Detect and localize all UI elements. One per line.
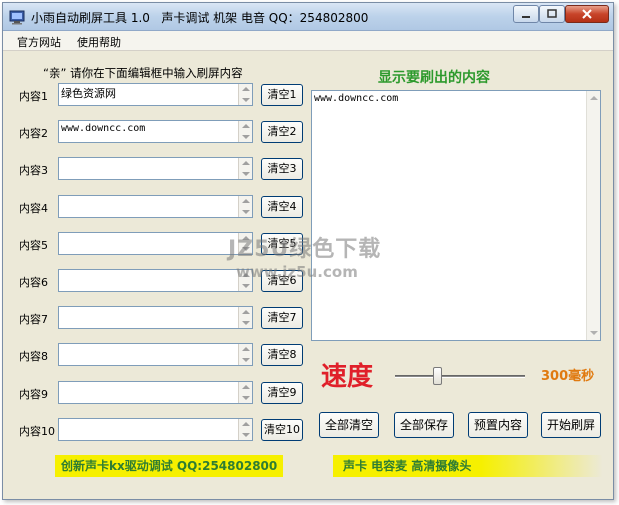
content-input[interactable]	[58, 343, 253, 366]
scroll-up-icon[interactable]	[242, 310, 250, 314]
speed-slider-thumb[interactable]	[433, 367, 442, 385]
display-title: 显示要刷出的内容	[378, 70, 490, 86]
scroll-up-icon[interactable]	[242, 422, 250, 426]
promo-banner-left[interactable]: 创新声卡kx驱动调试 QQ:254802800	[55, 455, 283, 477]
input-scrollbar[interactable]	[238, 344, 252, 365]
input-scrollbar[interactable]	[238, 419, 252, 440]
content-label: 内容3	[19, 164, 48, 177]
clear-button[interactable]: 清空3	[261, 158, 303, 180]
scroll-down-icon[interactable]	[242, 247, 250, 251]
close-button[interactable]	[565, 5, 609, 23]
minimize-button[interactable]	[513, 5, 539, 23]
preset-content-button[interactable]: 预置内容	[468, 412, 528, 438]
clear-button[interactable]: 清空2	[261, 121, 303, 143]
clear-button[interactable]: 清空6	[261, 270, 303, 292]
clear-button[interactable]: 清空10	[261, 419, 303, 441]
input-scrollbar[interactable]	[238, 196, 252, 217]
content-input[interactable]	[58, 195, 253, 218]
clear-button[interactable]: 清空9	[261, 382, 303, 404]
content-input[interactable]	[58, 381, 253, 404]
menu-help[interactable]: 使用帮助	[77, 34, 121, 50]
content-input[interactable]	[58, 232, 253, 255]
clear-button[interactable]: 清空1	[261, 84, 303, 106]
content-label: 内容7	[19, 313, 48, 326]
scroll-up-icon[interactable]	[242, 273, 250, 277]
app-window: 小雨自动刷屏工具 1.0 声卡调试 机架 电音 QQ：254802800 官方网…	[2, 2, 614, 500]
content-label: 内容2	[19, 127, 48, 140]
content-label: 内容5	[19, 239, 48, 252]
content-label: 内容4	[19, 202, 48, 215]
content-input[interactable]: 绿色资源网	[58, 83, 253, 106]
scroll-down-icon[interactable]	[242, 321, 250, 325]
app-icon	[9, 10, 25, 25]
content-input[interactable]: www.downcc.com	[58, 120, 253, 143]
display-textarea[interactable]: www.downcc.com	[311, 90, 601, 341]
speed-value: 300毫秒	[541, 369, 595, 384]
content-input-value: 绿色资源网	[61, 87, 116, 100]
scroll-up-icon[interactable]	[242, 87, 250, 91]
clear-button[interactable]: 清空8	[261, 344, 303, 366]
scroll-up-icon[interactable]	[242, 124, 250, 128]
content-input[interactable]	[58, 418, 253, 441]
content-label: 内容8	[19, 350, 48, 363]
input-scrollbar[interactable]	[238, 121, 252, 142]
save-all-button[interactable]: 全部保存	[394, 412, 454, 438]
scroll-up-icon[interactable]	[242, 236, 250, 240]
maximize-button[interactable]	[539, 5, 565, 23]
content-input[interactable]	[58, 157, 253, 180]
content-input-value: www.downcc.com	[61, 123, 146, 134]
window-title: 小雨自动刷屏工具 1.0 声卡调试 机架 电音 QQ：254802800	[31, 11, 369, 25]
promo-banner-right[interactable]: 声卡 电容麦 高清摄像头	[333, 455, 603, 477]
menu-bar: 官方网站 使用帮助	[3, 31, 613, 51]
content-label: 内容6	[19, 276, 48, 289]
input-scrollbar[interactable]	[238, 84, 252, 105]
menu-official-site[interactable]: 官方网站	[17, 34, 61, 50]
content-label: 内容10	[19, 425, 55, 438]
scroll-down-icon[interactable]	[590, 331, 598, 335]
content-input[interactable]	[58, 269, 253, 292]
display-scrollbar[interactable]	[586, 91, 600, 340]
content-label: 内容1	[19, 90, 48, 103]
clear-button[interactable]: 清空7	[261, 307, 303, 329]
close-icon	[582, 9, 592, 19]
start-flood-button[interactable]: 开始刷屏	[541, 412, 601, 438]
content-input[interactable]	[58, 306, 253, 329]
scroll-down-icon[interactable]	[242, 98, 250, 102]
title-bar[interactable]: 小雨自动刷屏工具 1.0 声卡调试 机架 电音 QQ：254802800	[3, 3, 613, 31]
clear-all-button[interactable]: 全部清空	[319, 412, 379, 438]
input-scrollbar[interactable]	[238, 270, 252, 291]
speed-slider-track[interactable]	[395, 375, 525, 378]
scroll-down-icon[interactable]	[242, 396, 250, 400]
input-scrollbar[interactable]	[238, 233, 252, 254]
input-scrollbar[interactable]	[238, 307, 252, 328]
scroll-up-icon[interactable]	[242, 161, 250, 165]
scroll-down-icon[interactable]	[242, 210, 250, 214]
scroll-down-icon[interactable]	[242, 284, 250, 288]
content-label: 内容9	[19, 388, 48, 401]
input-scrollbar[interactable]	[238, 158, 252, 179]
display-text: www.downcc.com	[314, 93, 399, 104]
speed-label: 速度	[321, 362, 374, 392]
scroll-down-icon[interactable]	[242, 433, 250, 437]
clear-button[interactable]: 清空5	[261, 233, 303, 255]
scroll-up-icon[interactable]	[242, 385, 250, 389]
scroll-up-icon[interactable]	[242, 199, 250, 203]
scroll-up-icon[interactable]	[590, 96, 598, 100]
maximize-icon	[547, 9, 557, 18]
input-scrollbar[interactable]	[238, 382, 252, 403]
scroll-down-icon[interactable]	[242, 358, 250, 362]
clear-button[interactable]: 清空4	[261, 196, 303, 218]
scroll-down-icon[interactable]	[242, 135, 250, 139]
scroll-down-icon[interactable]	[242, 172, 250, 176]
scroll-up-icon[interactable]	[242, 347, 250, 351]
input-prompt: “亲” 请你在下面编辑框中输入刷屏内容	[43, 66, 243, 80]
minimize-icon	[522, 16, 530, 18]
